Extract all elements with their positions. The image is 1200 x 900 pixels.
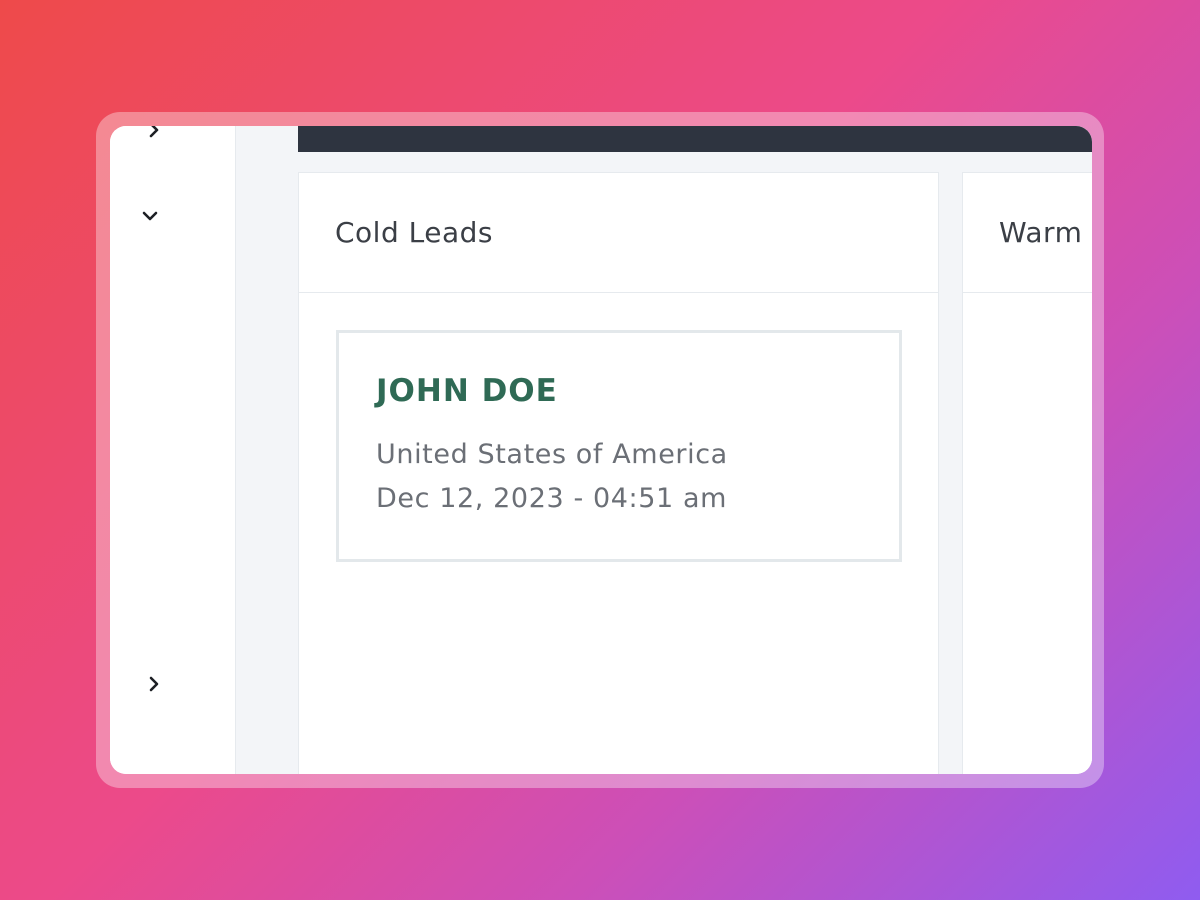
column-cold-leads: Cold Leads JOHN DOE United States of Ame… — [298, 172, 939, 774]
lead-country: United States of America — [376, 439, 728, 470]
lead-name: JOHN DOE — [376, 373, 558, 409]
chevron-down-icon[interactable] — [140, 206, 160, 226]
column-title: Warm — [963, 173, 1092, 293]
column-warm-leads: Warm — [962, 172, 1092, 774]
app-window: Cold Leads JOHN DOE United States of Ame… — [110, 126, 1092, 774]
chevron-right-icon[interactable] — [144, 674, 164, 694]
lead-date: Dec 12, 2023 - 04:51 am — [376, 483, 728, 514]
lead-card[interactable]: JOHN DOE United States of America Dec 12… — [336, 330, 902, 562]
chevron-right-icon[interactable] — [144, 126, 164, 140]
sidebar — [110, 126, 236, 774]
column-title: Cold Leads — [299, 173, 938, 293]
top-bar — [298, 126, 1092, 152]
main-content: Cold Leads JOHN DOE United States of Ame… — [236, 126, 1092, 774]
